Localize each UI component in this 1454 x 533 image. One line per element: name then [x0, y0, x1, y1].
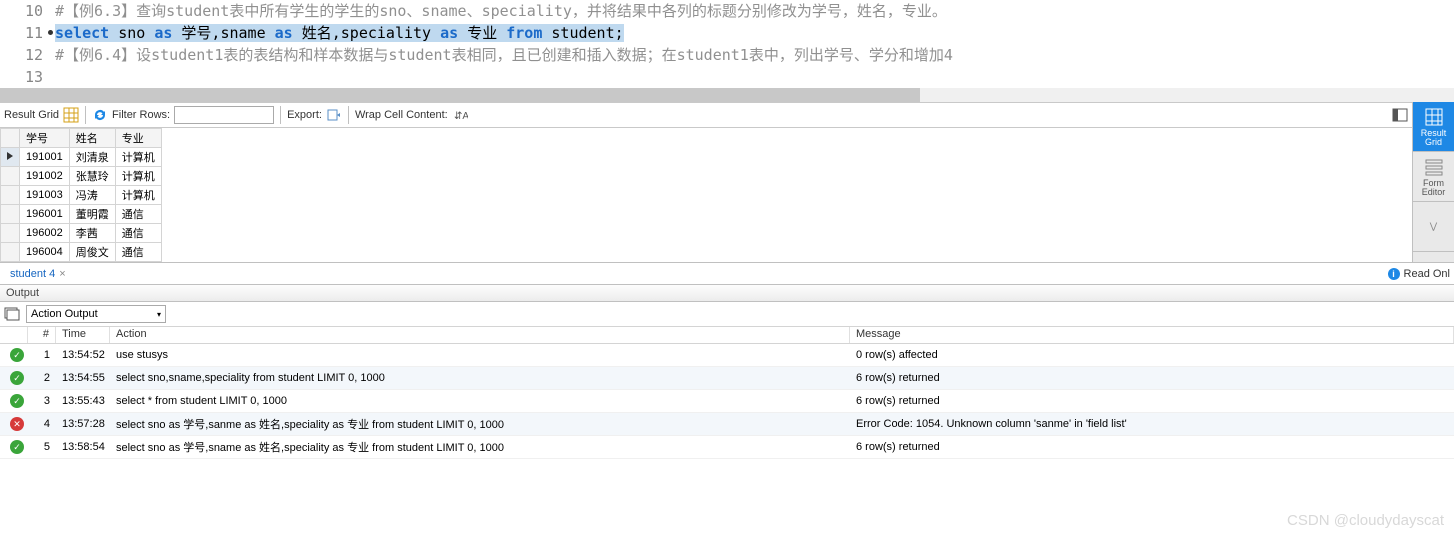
- result-grid-table[interactable]: 学号姓名专业 191001刘清泉计算机191002张慧玲计算机191003冯涛计…: [0, 128, 162, 262]
- log-row[interactable]: 113:54:52use stusys0 row(s) affected: [0, 344, 1454, 367]
- right-tab-strip: Result Grid Form Editor ⋁: [1412, 102, 1454, 262]
- watermark: CSDN @cloudydayscat: [1287, 512, 1444, 529]
- output-list-icon[interactable]: [4, 306, 20, 322]
- readonly-label: Read Onl: [1404, 268, 1450, 280]
- filter-rows-input[interactable]: [174, 106, 274, 124]
- horizontal-scrollbar[interactable]: [0, 88, 1454, 102]
- log-row[interactable]: 313:55:43select * from student LIMIT 0, …: [0, 390, 1454, 413]
- filter-rows-label: Filter Rows:: [112, 109, 170, 121]
- output-log[interactable]: 113:54:52use stusys0 row(s) affected213:…: [0, 344, 1454, 459]
- tab-result-grid-label: Result Grid: [1413, 129, 1454, 147]
- col-num: #: [28, 327, 56, 343]
- tab-form-editor-label: Form Editor: [1413, 179, 1454, 197]
- table-row[interactable]: 196004周俊文通信: [1, 243, 162, 262]
- column-header[interactable]: 学号: [20, 129, 70, 148]
- column-header[interactable]: 姓名: [69, 129, 115, 148]
- refresh-icon[interactable]: [92, 107, 108, 123]
- log-row[interactable]: 413:57:28select sno as 学号,sanme as 姓名,sp…: [0, 413, 1454, 436]
- tab-more[interactable]: ⋁: [1413, 202, 1454, 252]
- log-row[interactable]: 213:54:55select sno,sname,speciality fro…: [0, 367, 1454, 390]
- output-header: Output: [0, 284, 1454, 302]
- result-tab[interactable]: student 4 ×: [4, 266, 72, 282]
- error-icon: [10, 417, 24, 431]
- chevron-down-icon: ▾: [157, 310, 161, 319]
- success-icon: [10, 348, 24, 362]
- close-icon[interactable]: ×: [59, 268, 65, 280]
- tab-form-editor[interactable]: Form Editor: [1413, 152, 1454, 202]
- table-row[interactable]: 191001刘清泉计算机: [1, 148, 162, 167]
- success-icon: [10, 440, 24, 454]
- result-tab-label: student 4: [10, 268, 55, 280]
- grid-icon[interactable]: [63, 107, 79, 123]
- col-time: Time: [56, 327, 110, 343]
- output-type-dropdown[interactable]: Action Output ▾: [26, 305, 166, 323]
- log-row[interactable]: 513:58:54select sno as 学号,sname as 姓名,sp…: [0, 436, 1454, 459]
- output-columns: # Time Action Message: [0, 326, 1454, 344]
- table-row[interactable]: 196002李茜通信: [1, 224, 162, 243]
- column-header[interactable]: 专业: [115, 129, 161, 148]
- panel-toggle-icon[interactable]: [1392, 107, 1408, 123]
- success-icon: [10, 371, 24, 385]
- col-action: Action: [110, 327, 850, 343]
- result-toolbar: Result Grid Filter Rows: Export: Wrap Ce…: [0, 102, 1412, 128]
- scrollbar-thumb[interactable]: [0, 88, 920, 102]
- col-message: Message: [850, 327, 1454, 343]
- svg-text:⇵A: ⇵A: [454, 111, 468, 122]
- info-icon: i: [1388, 268, 1400, 280]
- wrap-label: Wrap Cell Content:: [355, 109, 448, 121]
- table-row[interactable]: 196001董明霞通信: [1, 205, 162, 224]
- output-type-value: Action Output: [31, 308, 98, 320]
- table-row[interactable]: 191002张慧玲计算机: [1, 167, 162, 186]
- sql-editor[interactable]: 10#【例6.3】查询student表中所有学生的学生的sno、sname、sp…: [0, 0, 1454, 88]
- result-tabbar: student 4 × i Read Onl: [0, 262, 1454, 284]
- export-label: Export:: [287, 109, 322, 121]
- output-controls: Action Output ▾: [0, 302, 1454, 326]
- success-icon: [10, 394, 24, 408]
- chevron-down-icon: ⋁: [1427, 220, 1441, 234]
- output-title: Output: [6, 287, 39, 299]
- table-row[interactable]: 191003冯涛计算机: [1, 186, 162, 205]
- result-grid-label: Result Grid: [4, 109, 59, 121]
- wrap-icon[interactable]: ⇵A: [452, 107, 468, 123]
- tab-result-grid[interactable]: Result Grid: [1413, 102, 1454, 152]
- export-icon[interactable]: [326, 107, 342, 123]
